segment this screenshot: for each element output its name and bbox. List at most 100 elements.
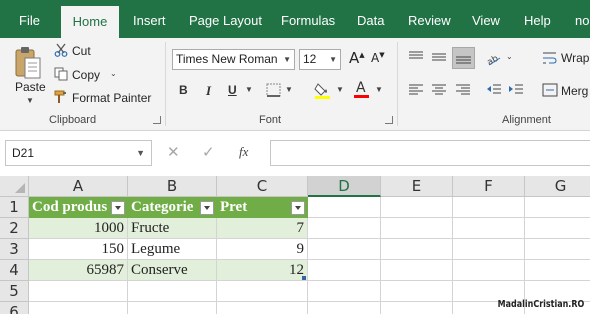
tab-insert[interactable]: Insert [133, 0, 166, 38]
fill-color-icon[interactable] [314, 81, 332, 99]
grid-cell[interactable] [308, 239, 381, 260]
table-cell[interactable]: Fructe [128, 218, 217, 239]
table-resize-handle[interactable] [302, 276, 306, 280]
cancel-icon[interactable]: ✕ [167, 143, 180, 161]
row-header-2[interactable]: 2 [0, 218, 29, 239]
column-header-e[interactable]: E [381, 176, 453, 197]
tab-view[interactable]: View [472, 0, 500, 38]
orientation-dropdown-icon[interactable]: ⌄ [506, 52, 513, 61]
tab-help[interactable]: Help [524, 0, 551, 38]
tab-home[interactable]: Home [61, 6, 119, 38]
grid-cell[interactable] [525, 197, 590, 218]
grid-cell[interactable] [128, 302, 217, 314]
table-cell[interactable]: 9 [217, 239, 308, 260]
font-size-select[interactable]: 12 ▼ [299, 49, 341, 70]
font-launcher-icon[interactable] [385, 116, 393, 124]
column-header-c[interactable]: C [217, 176, 308, 197]
font-color-dropdown-icon[interactable]: ▼ [375, 85, 383, 94]
grid-cell[interactable] [381, 302, 453, 314]
borders-dropdown-icon[interactable]: ▼ [285, 85, 293, 94]
table-header-cell[interactable]: Cod produs [29, 197, 128, 218]
grid-cell[interactable] [29, 302, 128, 314]
column-header-f[interactable]: F [453, 176, 525, 197]
row-header-4[interactable]: 4 [0, 260, 29, 281]
paste-icon[interactable] [12, 44, 44, 82]
grid-cell[interactable] [381, 260, 453, 281]
bold-button[interactable]: B [179, 83, 188, 97]
grid-cell[interactable] [308, 302, 381, 314]
grid-cell[interactable] [453, 239, 525, 260]
paste-button[interactable]: Paste [15, 80, 46, 94]
underline-dropdown-icon[interactable]: ▼ [245, 85, 253, 94]
grid-cell[interactable] [525, 218, 590, 239]
decrease-indent-icon[interactable] [486, 83, 502, 97]
grid-cell[interactable] [308, 281, 381, 302]
tab-data[interactable]: Data [357, 0, 384, 38]
grid-cell[interactable] [525, 239, 590, 260]
table-header-cell[interactable]: Pret [217, 197, 308, 218]
formula-input[interactable] [270, 140, 590, 166]
align-center-icon[interactable] [431, 83, 447, 97]
font-family-select[interactable]: Times New Roman ▼ [172, 49, 295, 70]
grid-cell[interactable] [308, 197, 381, 218]
grid-cell[interactable] [381, 239, 453, 260]
grid-cell[interactable] [29, 281, 128, 302]
italic-button[interactable]: I [206, 83, 211, 99]
table-cell[interactable]: Conserve [128, 260, 217, 281]
column-header-g[interactable]: G [525, 176, 590, 197]
decrease-font-size-icon[interactable]: A▼ [371, 51, 385, 65]
underline-button[interactable]: U [228, 83, 237, 97]
column-header-b[interactable]: B [128, 176, 217, 197]
increase-font-size-icon[interactable]: A▲ [349, 49, 365, 67]
increase-indent-icon[interactable] [508, 83, 524, 97]
select-all-button[interactable] [0, 176, 29, 197]
column-header-a[interactable]: A [29, 176, 128, 197]
format-painter-button[interactable]: Format Painter [72, 91, 151, 105]
table-cell[interactable]: 65987 [29, 260, 128, 281]
table-cell[interactable]: 12 [217, 260, 308, 281]
fill-color-dropdown-icon[interactable]: ▼ [336, 85, 344, 94]
grid-cell[interactable] [381, 281, 453, 302]
middle-align-icon[interactable] [431, 50, 447, 64]
wrap-text-icon[interactable] [542, 50, 558, 66]
grid-cell[interactable] [308, 218, 381, 239]
insert-function-button[interactable]: fx [239, 144, 248, 160]
borders-icon[interactable] [266, 83, 282, 98]
filter-dropdown-icon[interactable] [291, 201, 305, 215]
align-right-icon[interactable] [455, 83, 471, 97]
grid-cell[interactable] [525, 260, 590, 281]
copy-dropdown-icon[interactable]: ⌄ [110, 69, 117, 78]
row-header-1[interactable]: 1 [0, 197, 29, 218]
cut-icon[interactable] [54, 43, 68, 57]
row-header-5[interactable]: 5 [0, 281, 29, 302]
align-left-icon[interactable] [408, 83, 424, 97]
filter-dropdown-icon[interactable] [111, 201, 125, 215]
tab-more[interactable]: no [575, 0, 589, 38]
merge-center-button[interactable]: Merg [561, 84, 588, 98]
enter-icon[interactable]: ✓ [202, 143, 215, 161]
grid-cell[interactable] [381, 218, 453, 239]
cut-button[interactable]: Cut [72, 44, 91, 58]
grid-cell[interactable] [453, 218, 525, 239]
copy-icon[interactable] [54, 67, 68, 81]
table-cell[interactable]: 150 [29, 239, 128, 260]
clipboard-launcher-icon[interactable] [153, 116, 161, 124]
bottom-align-icon[interactable] [452, 47, 475, 69]
tab-page-layout[interactable]: Page Layout [189, 0, 262, 38]
table-header-cell[interactable]: Categorie [128, 197, 217, 218]
orientation-icon[interactable]: ab [486, 50, 502, 68]
format-painter-icon[interactable] [54, 90, 68, 104]
top-align-icon[interactable] [408, 50, 424, 64]
table-cell[interactable]: Legume [128, 239, 217, 260]
copy-button[interactable]: Copy [72, 68, 100, 82]
tab-file[interactable]: File [19, 0, 40, 38]
tab-formulas[interactable]: Formulas [281, 0, 335, 38]
paste-dropdown-icon[interactable]: ▼ [26, 96, 34, 105]
wrap-text-button[interactable]: Wrap [561, 51, 589, 65]
filter-dropdown-icon[interactable] [200, 201, 214, 215]
row-header-3[interactable]: 3 [0, 239, 29, 260]
grid-cell[interactable] [381, 197, 453, 218]
grid-cell[interactable] [453, 260, 525, 281]
merge-center-icon[interactable] [542, 83, 558, 97]
grid-cell[interactable] [128, 281, 217, 302]
